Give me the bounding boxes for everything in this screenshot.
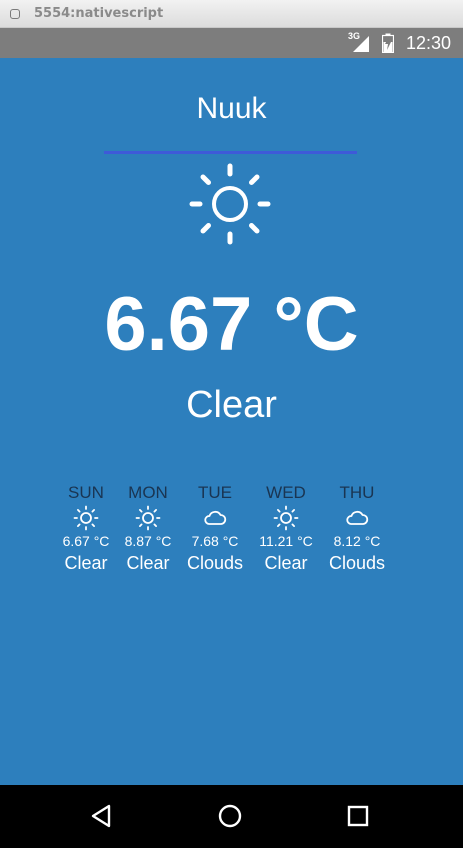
emulator-window: 5554:nativescript 3G 12:30 Nuuk 6.67 °C … — [0, 0, 463, 848]
sun-icon — [273, 505, 299, 531]
sun-icon — [135, 505, 161, 531]
city-divider — [104, 151, 357, 154]
city-name: Nuuk — [196, 92, 267, 125]
cloud-icon — [346, 510, 369, 525]
forecast-list: SUN 6.67 °C Clear MON 8.87 °C Clear TUE … — [0, 482, 463, 582]
weather-app: Nuuk 6.67 °C Clear SUN 6.67 °C Clear MON… — [0, 58, 463, 785]
emulator-title-bar: 5554:nativescript — [0, 0, 463, 28]
sun-icon — [189, 163, 271, 245]
forecast-day: THU 8.12 °C Clouds — [312, 482, 402, 575]
network-type-label: 3G — [347, 31, 360, 41]
window-menu-button[interactable] — [10, 8, 20, 19]
current-temperature: 6.67 °C — [104, 282, 359, 367]
sun-icon — [73, 505, 99, 531]
forecast-condition: Clouds — [328, 553, 386, 573]
signal-icon: 3G — [347, 31, 370, 52]
home-icon[interactable] — [215, 801, 245, 831]
forecast-temperature: 8.12 °C — [333, 533, 381, 549]
recents-icon[interactable] — [343, 801, 373, 831]
back-icon[interactable] — [87, 801, 117, 831]
forecast-day-name: THU — [339, 483, 375, 502]
current-condition: Clear — [186, 384, 277, 426]
status-bar: 3G 12:30 — [0, 28, 463, 58]
status-clock: 12:30 — [405, 32, 451, 53]
device-screen: 3G 12:30 Nuuk 6.67 °C Clear SUN 6.67 °C … — [0, 28, 463, 848]
battery-icon — [381, 33, 394, 53]
android-nav-bar — [0, 785, 463, 848]
window-title: 5554:nativescript — [34, 6, 164, 21]
cloud-icon — [204, 510, 227, 525]
